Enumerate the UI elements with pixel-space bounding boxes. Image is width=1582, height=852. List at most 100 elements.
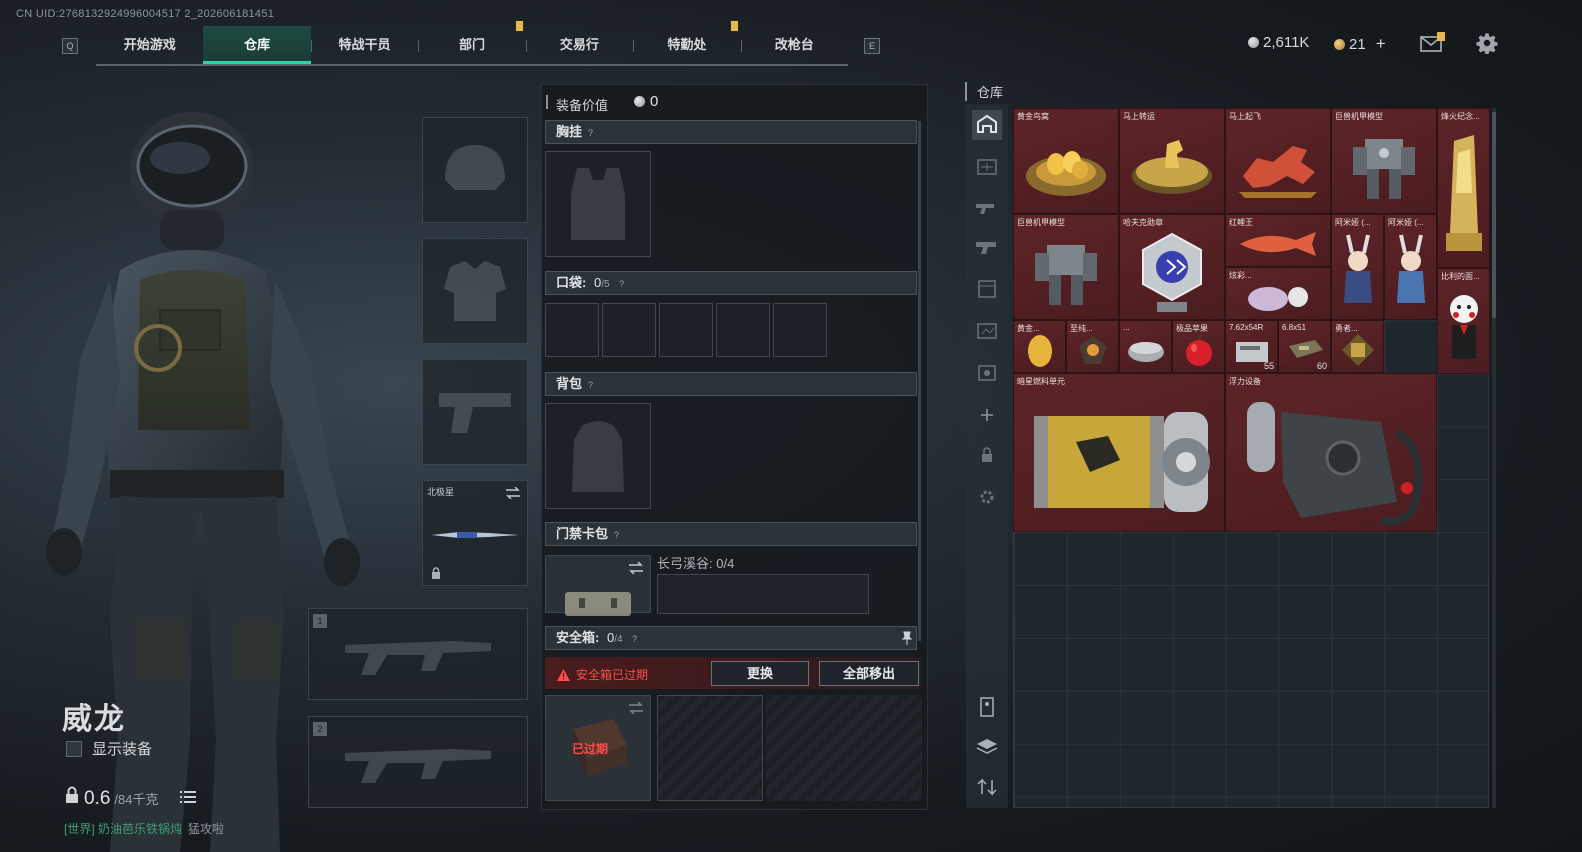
swap-icon[interactable] [628, 702, 644, 714]
gold-coin-icon [1334, 38, 1345, 50]
sort-button[interactable] [972, 772, 1002, 802]
help-icon[interactable]: ? [632, 634, 637, 644]
notification-flag-icon [515, 20, 524, 32]
organize-button[interactable] [972, 692, 1002, 722]
ammo-box-icon [1235, 341, 1268, 362]
help-icon[interactable]: ? [588, 380, 593, 390]
tab-departments[interactable]: 部门 [418, 26, 525, 64]
pocket-slot[interactable] [602, 303, 656, 357]
category-valuables-button[interactable] [972, 358, 1002, 388]
backpack-slot[interactable] [545, 403, 651, 509]
show-equipment-checkbox[interactable] [66, 740, 82, 757]
tab-start-game[interactable]: 开始游戏 [96, 26, 203, 64]
warehouse-item[interactable]: ... [1119, 320, 1172, 373]
item-name: 黄金鸟窝 [1017, 112, 1049, 121]
help-icon[interactable]: ? [588, 128, 593, 138]
warehouse-item[interactable]: 巨兽机甲模型 [1331, 108, 1437, 214]
show-equipment-toggle[interactable]: 显示装备 [66, 738, 152, 759]
secondary-weapon-slot[interactable]: 2 [308, 716, 528, 808]
keycard-case-slot[interactable] [545, 555, 651, 616]
warehouse-item[interactable]: 暗星燃料单元 [1013, 373, 1225, 532]
help-icon[interactable]: ? [619, 279, 624, 289]
warehouse-item[interactable]: 炫彩... [1225, 267, 1331, 320]
warehouse-item[interactable]: 比利的面... [1437, 268, 1490, 374]
mail-icon[interactable] [1420, 32, 1446, 54]
item-name: 浮力设备 [1229, 377, 1261, 386]
world-chat-line[interactable]: [世界] 奶油芭乐铁锅炖 猛攻啦 [64, 820, 224, 837]
list-icon[interactable] [180, 790, 196, 804]
backpack-header: 背包? [545, 372, 917, 396]
item-name: 阿米娅 (... [1335, 218, 1371, 227]
pocket-slot[interactable] [773, 303, 827, 357]
pocket-slot[interactable] [545, 303, 599, 357]
warehouse-item[interactable]: 极品苹果 [1172, 320, 1225, 373]
tab-warehouse[interactable]: 仓库 [203, 26, 311, 64]
item-name: 红鲤王 [1229, 218, 1253, 227]
warehouse-item[interactable]: 巨兽机甲模型 [1013, 214, 1119, 320]
pin-icon[interactable] [902, 631, 912, 645]
silver-coin-icon [634, 96, 645, 107]
warehouse-settings-button[interactable] [972, 482, 1002, 512]
add-category-button[interactable] [972, 400, 1002, 430]
category-all-button[interactable] [972, 110, 1002, 140]
keycard-slots[interactable] [657, 574, 869, 614]
warehouse-item[interactable]: 烽火纪念... [1437, 108, 1490, 268]
warehouse-item[interactable]: 红鲤王 [1225, 214, 1331, 267]
replace-button[interactable]: 更换 [711, 661, 809, 686]
category-medical-button[interactable] [972, 316, 1002, 346]
primary-weapon-slot[interactable]: 1 [308, 608, 528, 700]
swap-icon[interactable] [505, 487, 521, 499]
helmet-slot[interactable] [422, 117, 528, 223]
safebox-slot[interactable]: 已过期 [545, 695, 651, 801]
armor-slot[interactable] [422, 238, 528, 344]
category-gear-button[interactable] [972, 274, 1002, 304]
tab-gunsmith[interactable]: 改枪台 [740, 26, 848, 64]
rifle-icon [345, 749, 491, 783]
warehouse-item[interactable]: 至纯... [1066, 320, 1119, 373]
tab-special-ops[interactable]: 特勤处 [633, 26, 740, 64]
add-currency-button[interactable]: + [1376, 34, 1386, 54]
tab-operators[interactable]: 特战干员 [310, 26, 418, 64]
warehouse-scroll-thumb[interactable] [1492, 112, 1496, 318]
category-ammo-button[interactable] [972, 232, 1002, 262]
warehouse-item[interactable]: 黄金... [1013, 320, 1066, 373]
chest-rig-slot[interactable] [545, 151, 651, 257]
warehouse-item[interactable]: 阿米娅 (... [1384, 214, 1437, 320]
settings-gear-icon[interactable] [1474, 32, 1500, 55]
item-name: 比利的面... [1441, 272, 1480, 281]
warehouse-item[interactable]: 哈夫克勋章 [1119, 214, 1225, 320]
chest-rig-label: 胸挂 [556, 124, 583, 139]
pistol-slot[interactable] [422, 359, 528, 465]
loadout-scrollbar[interactable] [918, 121, 921, 641]
currency-premium: 21 + [1334, 34, 1386, 54]
warehouse-item[interactable]: 浮力设备 [1225, 373, 1437, 532]
help-icon[interactable]: ? [614, 530, 619, 540]
attachment-category-icon [976, 204, 994, 214]
safebox-grid-cell[interactable] [657, 695, 763, 801]
safebox-total: /4 [614, 634, 623, 645]
warehouse-item[interactable]: 阿米娅 (... [1331, 214, 1384, 320]
locked-category-button[interactable] [972, 440, 1002, 470]
warehouse-item[interactable]: 7.62x54R 55 [1225, 320, 1278, 373]
helmet-icon [445, 145, 505, 190]
melee-slot[interactable]: 北极星 [422, 480, 528, 586]
swap-icon[interactable] [628, 562, 644, 574]
remove-all-button[interactable]: 全部移出 [819, 661, 919, 686]
pocket-slot[interactable] [659, 303, 713, 357]
hero-badge-icon [1341, 333, 1374, 366]
warehouse-scrollbar[interactable] [1492, 108, 1496, 808]
warehouse-item[interactable]: 6.8x51 60 [1278, 320, 1331, 373]
tab-trade[interactable]: 交易行 [525, 26, 633, 64]
category-weapons-button[interactable] [972, 152, 1002, 182]
warehouse-item[interactable]: 勇者... [1331, 320, 1384, 373]
layers-button[interactable] [972, 732, 1002, 762]
warehouse-item[interactable]: 马上起飞 [1225, 108, 1331, 214]
item-name: 巨兽机甲模型 [1017, 218, 1065, 227]
warehouse-item[interactable]: 马上转运 [1119, 108, 1225, 214]
warehouse-item[interactable]: 黄金鸟窝 [1013, 108, 1119, 214]
keycard-label: 门禁卡包 [556, 526, 609, 541]
category-attachments-button[interactable] [972, 192, 1002, 222]
pocket-slot[interactable] [716, 303, 770, 357]
weight-max: /84千克 [114, 792, 159, 807]
item-quantity: 55 [1263, 361, 1274, 371]
